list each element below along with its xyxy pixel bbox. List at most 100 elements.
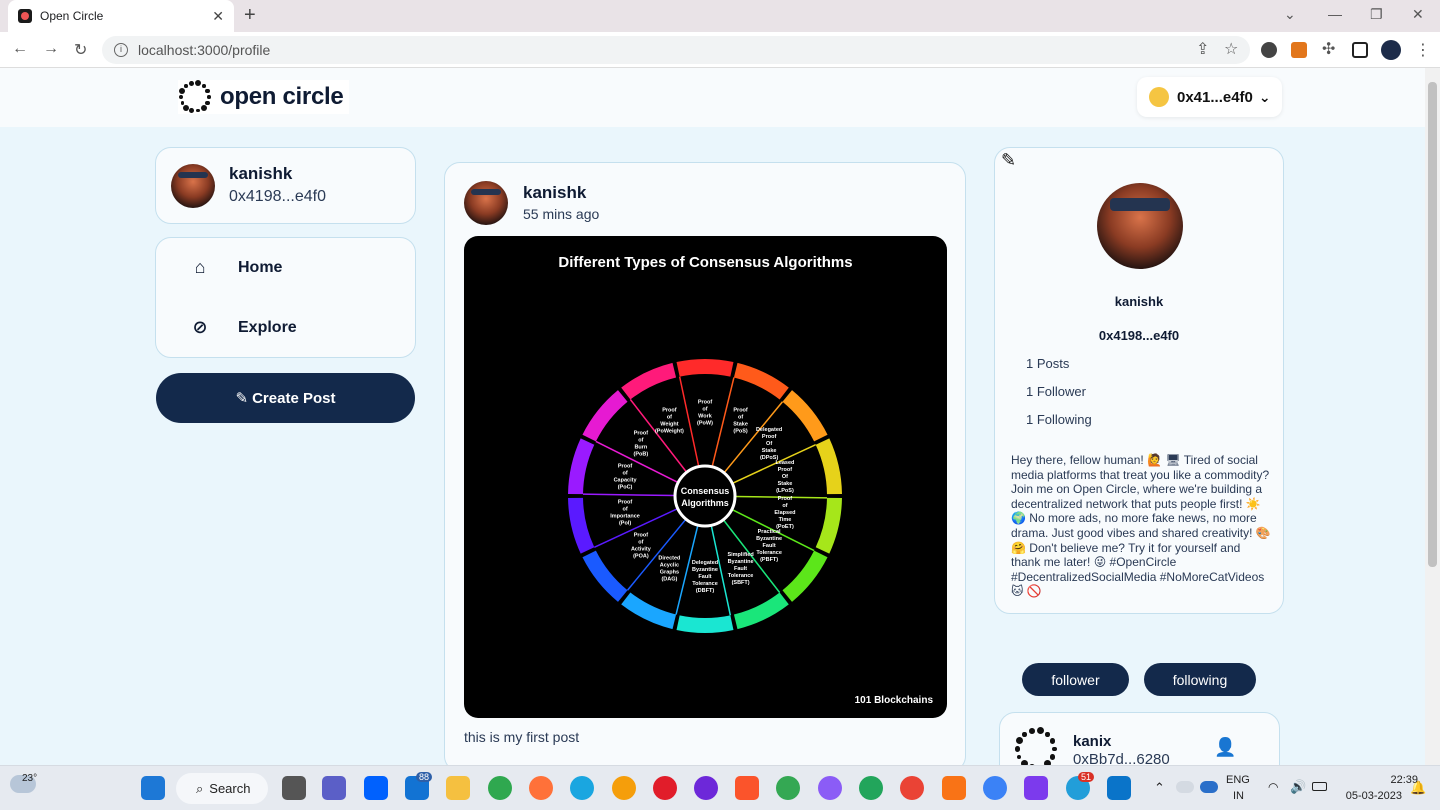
tab-follower[interactable]: follower <box>1022 663 1129 696</box>
edit-icon[interactable]: ✎ <box>1001 150 1016 171</box>
metamask-icon[interactable] <box>1291 42 1307 58</box>
post-image-brand: 101 Blockchains <box>854 695 933 706</box>
extensions-puzzle-icon[interactable]: ✣ <box>1322 39 1335 59</box>
wallet-button[interactable]: 0x41...e4f0 ⌄ <box>1137 77 1282 117</box>
chrome-beta-icon[interactable] <box>859 776 883 800</box>
firefox-icon[interactable] <box>529 776 553 800</box>
wheel-segment-label: Proof of Burn (PoB) <box>634 430 649 457</box>
ring-dot <box>183 104 190 111</box>
chrome-dev-icon[interactable] <box>900 776 924 800</box>
minimize-icon[interactable]: — <box>1328 6 1342 22</box>
nav-item-explore[interactable]: ⊘ Explore <box>190 317 296 338</box>
volume-icon[interactable]: 🔊 <box>1290 779 1306 795</box>
compass-icon: ⊘ <box>192 317 208 337</box>
share-icon[interactable]: ⇪ <box>1196 39 1209 59</box>
followers-count: 1 Follower <box>1026 384 1086 399</box>
lang-top[interactable]: ENG <box>1226 774 1250 786</box>
bookmark-star-icon[interactable]: ☆ <box>1224 39 1238 59</box>
ring-dot <box>200 104 207 111</box>
sidepanel-icon[interactable] <box>1352 42 1368 58</box>
post-author-avatar[interactable] <box>464 181 508 225</box>
wheel-segment-label: Proof of Weight (PoWeight) <box>655 408 684 435</box>
wheel-segment-label: Proof of Work (PoW) <box>697 400 713 427</box>
post-caption: this is my first post <box>464 729 580 745</box>
window-close-icon[interactable]: ✕ <box>1412 6 1424 23</box>
wheel-band <box>621 592 677 630</box>
ring-dot <box>184 84 189 88</box>
wheel-segment-label: Proof of Capacity (PoC) <box>614 463 638 490</box>
wallet-avatar-icon <box>1149 87 1169 107</box>
app-header: open circle 0x41...e4f0 ⌄ <box>0 68 1425 127</box>
vscode-icon[interactable] <box>1107 776 1131 800</box>
chrome-profile-icon[interactable] <box>776 776 800 800</box>
browser-tab[interactable]: Open Circle ✕ <box>8 0 234 32</box>
profile-avatar-icon[interactable] <box>1381 40 1401 60</box>
ring-dot <box>205 88 210 94</box>
create-post-button[interactable]: ✎ Create Post <box>156 373 415 423</box>
app-icon[interactable] <box>612 776 636 800</box>
menu-kebab-icon[interactable]: ⋮ <box>1415 40 1431 60</box>
scrollbar-thumb[interactable] <box>1428 82 1437 567</box>
wheel-band <box>676 359 734 377</box>
forward-icon[interactable]: → <box>43 40 59 58</box>
wheel-band <box>582 390 628 442</box>
taskbar: 23° ⌕ Search 88 51 ⌃ ENG IN ◠ 🔊 22:39 05… <box>0 765 1440 810</box>
create-post-label: Create Post <box>252 389 336 407</box>
search-icon: ⌕ <box>196 780 204 796</box>
start-icon[interactable] <box>141 776 165 800</box>
edge-icon[interactable] <box>570 776 594 800</box>
tab-search-icon[interactable]: ⌄ <box>1284 6 1296 23</box>
extension-bug-icon[interactable] <box>1261 42 1277 58</box>
wifi-icon[interactable]: ◠ <box>1268 780 1278 794</box>
wheel-band <box>815 497 842 554</box>
file-explorer-icon[interactable] <box>446 776 470 800</box>
consensus-wheel: Proof of Work (PoW) Proof of Stake (PoS) Delegat… <box>568 359 842 633</box>
post-image[interactable]: Different Types of Consensus Algorithms … <box>464 236 947 718</box>
cloud-icon[interactable] <box>1200 781 1218 793</box>
tab-following[interactable]: following <box>1144 663 1256 696</box>
close-tab-icon[interactable]: ✕ <box>212 8 224 25</box>
nav-item-home[interactable]: ⌂ Home <box>190 257 283 278</box>
back-icon[interactable]: ← <box>12 40 28 58</box>
app-icon[interactable] <box>983 776 1007 800</box>
dropbox-icon[interactable] <box>364 776 388 800</box>
clock-date[interactable]: 05-03-2023 <box>1340 790 1402 802</box>
new-tab-button[interactable]: + <box>244 4 256 27</box>
follow-address: 0xBb7d...6280 <box>1073 751 1170 765</box>
post-author[interactable]: kanishk <box>523 183 586 203</box>
user-card[interactable]: kanishk 0x4198...e4f0 <box>155 147 416 224</box>
opera-icon[interactable] <box>653 776 677 800</box>
follow-name: kanix <box>1073 733 1112 750</box>
page-scrollbar[interactable] <box>1425 68 1440 765</box>
ring-dot <box>1045 732 1050 737</box>
teams-icon[interactable] <box>322 776 346 800</box>
add-user-icon[interactable]: 👤 <box>1214 737 1236 758</box>
clipchamp-icon[interactable] <box>1024 776 1048 800</box>
chrome-canary-icon[interactable] <box>818 776 842 800</box>
site-info-icon[interactable]: i <box>114 43 128 57</box>
wheel-segment-label: Leased Proof Of Stake (LPoS) <box>775 460 794 494</box>
brave-icon[interactable] <box>735 776 759 800</box>
url-field[interactable]: i localhost:3000/profile <box>102 36 1250 64</box>
restore-icon[interactable]: ❐ <box>1370 6 1383 23</box>
ring-dot <box>196 108 200 113</box>
wheel-band <box>782 390 828 442</box>
wheel-band <box>568 497 595 554</box>
nav-label-home: Home <box>238 258 283 276</box>
tor-icon[interactable] <box>694 776 718 800</box>
onedrive-icon[interactable] <box>1176 781 1194 793</box>
lang-bottom[interactable]: IN <box>1233 790 1244 802</box>
notification-icon[interactable]: 🔔 <box>1410 780 1426 796</box>
taskbar-search[interactable]: ⌕ Search <box>176 773 268 804</box>
chevron-up-icon[interactable]: ⌃ <box>1154 780 1165 796</box>
reload-icon[interactable]: ↻ <box>74 40 87 60</box>
sublime-icon[interactable] <box>942 776 966 800</box>
taskview-icon[interactable] <box>282 776 306 800</box>
ring-dot <box>1017 754 1022 760</box>
profile-bio: Hey there, fellow human! 🙋 🖥 Tired of so… <box>1011 453 1271 599</box>
battery-icon[interactable] <box>1312 782 1327 791</box>
logo[interactable]: open circle <box>178 80 350 114</box>
wheel-segment-label: Proof of Activity (POA) <box>631 533 652 560</box>
follow-list-item[interactable]: kanix 0xBb7d...6280 👤 <box>999 712 1280 765</box>
chrome-icon[interactable] <box>488 776 512 800</box>
